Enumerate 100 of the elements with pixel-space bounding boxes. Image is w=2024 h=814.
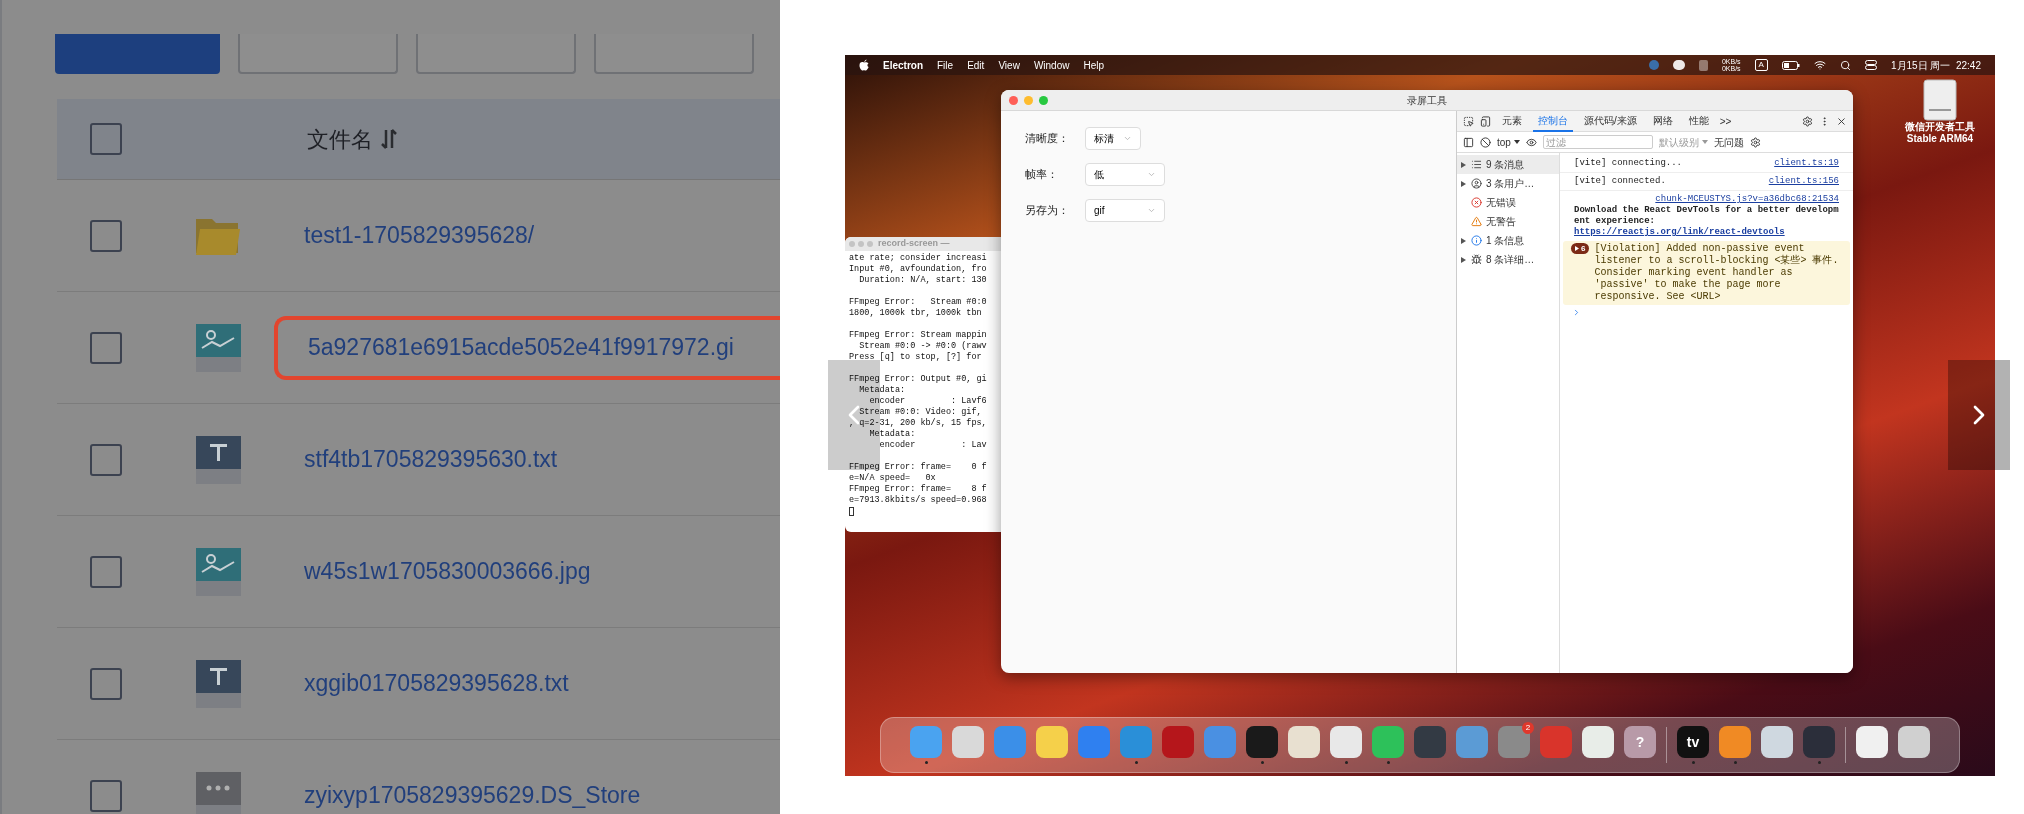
terminal-line: FFmpeg Error: frame= 8 f <box>849 484 988 495</box>
checkbox[interactable] <box>90 123 122 155</box>
menu-item[interactable]: File <box>937 57 954 73</box>
issues-button[interactable]: 无问题 <box>1713 134 1744 150</box>
context-dropdown[interactable]: top <box>1497 134 1520 150</box>
dock-app-icon[interactable] <box>1330 726 1362 758</box>
window-title: record-screen — <box>878 237 950 251</box>
terminal-line: e=N/A speed= 0x <box>849 473 937 484</box>
dock-app-icon[interactable] <box>1582 726 1614 758</box>
filter-input[interactable]: 过滤 <box>1542 135 1653 149</box>
menu-item[interactable]: Window <box>1033 57 1070 73</box>
menu-item[interactable]: View <box>998 57 1020 73</box>
menu-item[interactable]: Help <box>1083 57 1105 73</box>
sidebar-item[interactable]: 无错误 <box>1457 193 1559 212</box>
sidebar-item[interactable]: 9 条消息 <box>1457 155 1559 174</box>
dock-app-icon[interactable] <box>1898 726 1930 758</box>
terminal-line: Press [q] to stop, [?] for <box>849 352 983 363</box>
disk-drive-icon[interactable] <box>1923 79 1957 121</box>
count-badge[interactable]: 6 <box>1571 243 1590 254</box>
expand-arrow-icon <box>1575 246 1579 251</box>
sidebar-item[interactable]: 3 条用户… <box>1457 174 1559 193</box>
close-icon[interactable] <box>1836 115 1847 127</box>
checkbox[interactable] <box>90 555 122 588</box>
terminal-line: Stream #0:0: Video: gif, <box>858 407 983 418</box>
search-icon[interactable] <box>1839 59 1851 71</box>
sidebar-item[interactable]: 1 条信息 <box>1457 231 1559 250</box>
expand-arrow-icon[interactable] <box>1461 237 1466 244</box>
image-file-icon <box>195 323 241 372</box>
devtools-link[interactable]: https://reactjs.org/link/react-devtools <box>1574 227 1839 238</box>
sort-icon[interactable] <box>381 128 397 150</box>
console-message: [vite] connecting... <box>1574 158 1683 169</box>
app-menu[interactable]: Electron <box>883 57 923 73</box>
devtools-tab[interactable]: 元素 <box>1497 110 1527 132</box>
zoom-window-icon[interactable] <box>1039 96 1048 105</box>
devtools-tab[interactable]: 性能 <box>1683 110 1714 132</box>
sidebar-label: 无警告 <box>1486 215 1516 229</box>
close-window-icon[interactable] <box>1009 96 1018 105</box>
sidebar-toggle-icon[interactable] <box>1463 136 1474 148</box>
text-file-icon <box>195 435 241 484</box>
terminal-line: Input #0, avfoundation, fro <box>849 264 988 275</box>
apple-logo-icon[interactable] <box>859 59 869 71</box>
wifi-icon[interactable] <box>1813 59 1826 71</box>
source-link[interactable]: client.ts:156 <box>1768 176 1839 187</box>
select-field[interactable]: 低 <box>1085 163 1165 186</box>
dock-app-icon[interactable] <box>1719 726 1751 758</box>
terminal-line: encoder : Lavf6 <box>868 396 988 407</box>
menu-item[interactable]: Edit <box>967 57 985 73</box>
battery-icon[interactable] <box>1781 60 1800 70</box>
devtools-tab[interactable]: 网络 <box>1647 110 1678 132</box>
terminal-line: FFmpeg Error: Stream #0:0 <box>849 297 988 308</box>
clear-icon[interactable] <box>1480 136 1491 148</box>
expand-arrow-icon[interactable] <box>1461 180 1466 187</box>
error-icon <box>1471 197 1482 208</box>
terminal-line: , q=2-31, 200 kb/s, 15 fps, <box>849 418 988 429</box>
prompt-icon[interactable] <box>1572 308 1581 317</box>
column-header[interactable]: 文件名 <box>307 122 397 156</box>
dock-app-icon[interactable]: tv <box>1677 726 1709 758</box>
sidebar-item[interactable]: 8 条详细… <box>1457 250 1559 269</box>
next-button[interactable] <box>1948 360 2010 470</box>
terminal-line: FFmpeg Error: frame= 0 f <box>849 462 988 473</box>
terminal-line: FFmpeg Error: Output #0, gi <box>849 374 988 385</box>
checkbox[interactable] <box>90 443 122 476</box>
dock-app-icon[interactable] <box>1246 726 1278 758</box>
control-center-icon[interactable] <box>1864 60 1877 70</box>
sidebar-item[interactable]: 无警告 <box>1457 212 1559 231</box>
dock-app-icon[interactable] <box>1288 726 1320 758</box>
dock-app-icon[interactable] <box>1761 726 1793 758</box>
more-tabs-button[interactable]: >> <box>1719 113 1732 129</box>
dock-app-icon[interactable] <box>1856 726 1888 758</box>
input-source-button[interactable]: A <box>1754 59 1768 71</box>
settings-icon[interactable] <box>1802 115 1813 127</box>
field-label: 清晰度： <box>1025 131 1070 147</box>
expand-arrow-icon[interactable] <box>1461 256 1466 263</box>
inspect-icon[interactable] <box>1463 115 1474 127</box>
status-icon[interactable] <box>1672 60 1685 70</box>
warning-icon <box>1471 216 1482 227</box>
sidebar-label: 9 条消息 <box>1486 158 1525 172</box>
terminal-line: ate rate; consider increasi <box>849 253 988 264</box>
expand-arrow-icon[interactable] <box>1461 161 1466 168</box>
caret-icon <box>1513 140 1520 144</box>
terminal-line: Stream #0:0 -> #0:0 (rawv <box>858 341 988 352</box>
checkbox[interactable] <box>90 219 122 252</box>
devtools-tab[interactable]: 源代码/来源 <box>1579 110 1642 132</box>
settings-icon[interactable] <box>1749 136 1761 148</box>
device-icon[interactable] <box>1480 115 1491 127</box>
source-link[interactable]: chunk-MCEUSTYS.js?v=a36dbc68:21534 <box>1655 194 1839 205</box>
checkbox[interactable] <box>90 331 122 364</box>
checkbox[interactable] <box>90 779 122 812</box>
console-message: [vite] connected. <box>1574 176 1666 187</box>
select-field[interactable]: gif <box>1085 199 1165 222</box>
source-link[interactable]: client.ts:19 <box>1774 158 1839 169</box>
checkbox[interactable] <box>90 667 122 700</box>
select-field[interactable]: 标清 <box>1085 127 1141 150</box>
terminal-line: Metadata: <box>858 385 907 396</box>
eye-icon[interactable] <box>1525 136 1537 148</box>
terminal-line: 1800, 1000k tbr, 1000k tbn <box>849 308 983 319</box>
cursor-icon <box>849 507 854 516</box>
clock[interactable]: 1月15日 周一 22:42 <box>1890 57 1981 73</box>
user-icon <box>1471 178 1482 189</box>
devtools-tab[interactable]: 控制台 <box>1533 110 1573 132</box>
